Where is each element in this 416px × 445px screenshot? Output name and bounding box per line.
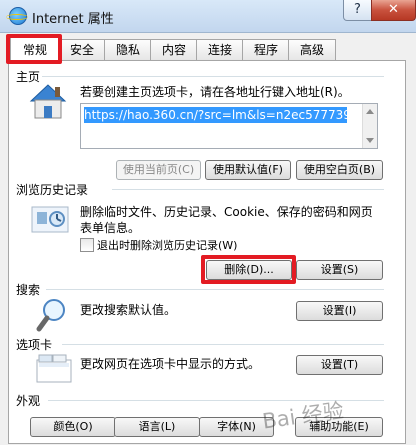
tabs-section-description: 更改网页在选项卡中显示的方式。 <box>80 357 261 371</box>
help-button[interactable]: ? <box>343 0 372 21</box>
home-icon <box>29 84 67 119</box>
tab-privacy[interactable]: 隐私 <box>104 39 152 60</box>
homepage-url-scrollbar[interactable] <box>362 104 377 148</box>
browsing-history-label: 浏览历史记录 <box>16 183 89 197</box>
search-label: 搜索 <box>16 283 41 297</box>
browsing-history-description-line1: 删除临时文件、历史记录、Cookie、保存的密码和网页 <box>80 205 373 219</box>
delete-history-on-exit-label: 退出时删除浏览历史记录(W) <box>97 239 238 252</box>
scroll-down-icon[interactable] <box>366 138 374 143</box>
languages-button[interactable]: 语言(L) <box>114 417 200 437</box>
browsing-history-icon <box>31 206 69 233</box>
use-blank-page-button[interactable]: 使用空白页(B) <box>296 160 383 180</box>
homepage-description: 若要创建主页选项卡，请在各地址行键入地址(R)。 <box>80 85 350 99</box>
homepage-divider <box>42 76 384 77</box>
close-button[interactable]: ✕ <box>371 0 416 21</box>
tab-advanced[interactable]: 高级 <box>288 39 336 60</box>
tab-programs[interactable]: 程序 <box>242 39 290 60</box>
tab-connections[interactable]: 连接 <box>196 39 244 60</box>
tabs-section-divider <box>62 344 384 345</box>
browsing-history-description: 删除临时文件、历史记录、Cookie、保存的密码和网页 表单信息。 <box>80 204 373 236</box>
tabs-icon <box>36 354 72 383</box>
tab-security[interactable]: 安全 <box>58 39 106 60</box>
colors-button[interactable]: 颜色(O) <box>30 417 116 437</box>
tab-strip: 常规 安全 隐私 内容 连接 程序 高级 <box>8 37 408 62</box>
search-divider <box>46 289 384 290</box>
search-settings-button[interactable]: 设置(I) <box>296 301 383 321</box>
title-bar: Internet 属性 ? ✕ <box>0 0 416 33</box>
search-description: 更改搜索默认值。 <box>80 303 177 317</box>
history-settings-button[interactable]: 设置(S) <box>296 260 383 280</box>
use-default-page-button[interactable]: 使用默认值(F) <box>205 160 291 180</box>
use-current-page-button[interactable]: 使用当前页(C) <box>116 160 201 180</box>
search-icon <box>36 299 65 332</box>
window-title: Internet 属性 <box>32 12 114 27</box>
internet-explorer-icon <box>6 7 28 25</box>
tab-general[interactable]: 常规 <box>10 37 60 62</box>
tabs-settings-button[interactable]: 设置(T) <box>296 355 383 375</box>
browsing-history-description-line2: 表单信息。 <box>80 221 141 235</box>
homepage-url-textarea[interactable]: https://hao.360.cn/?src=lm&ls=n2ec577739… <box>80 103 378 149</box>
tab-content[interactable]: 内容 <box>150 39 198 60</box>
scroll-up-icon[interactable] <box>366 109 374 114</box>
delete-history-on-exit-checkbox[interactable] <box>80 238 94 252</box>
tabs-section-label: 选项卡 <box>16 338 53 352</box>
browsing-history-divider <box>112 189 384 190</box>
homepage-url-text: https://hao.360.cn/?src=lm&ls=n2ec577739… <box>84 107 347 123</box>
delete-history-button[interactable]: 删除(D)... <box>206 260 292 280</box>
appearance-label: 外观 <box>16 394 41 408</box>
